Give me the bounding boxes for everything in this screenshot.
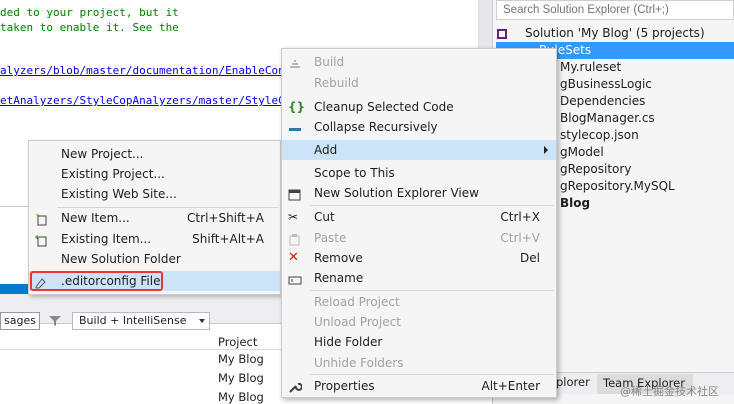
- menu-item-unload-project[interactable]: Unload Project: [282, 312, 556, 332]
- menu-separator: [310, 374, 554, 375]
- tree-item-label: stylecop.json: [560, 128, 639, 142]
- menu-item-rebuild[interactable]: Rebuild: [282, 73, 556, 93]
- table-cell: My Blog: [218, 390, 264, 404]
- solution-context-menu: Build Rebuild {} Cleanup Selected Code C…: [281, 48, 557, 398]
- menu-item-add[interactable]: Add: [282, 140, 556, 160]
- table-cell: My Blog: [218, 352, 264, 366]
- menu-item-cleanup-selected-code[interactable]: {} Cleanup Selected Code: [282, 97, 556, 117]
- paste-icon: [288, 232, 302, 246]
- menu-item-remove[interactable]: ✕ Remove Del: [282, 248, 556, 268]
- menu-item-rename[interactable]: Rename: [282, 268, 556, 288]
- column-header-project[interactable]: Project: [218, 335, 257, 349]
- menu-item-new-item[interactable]: New Item... Ctrl+Shift+A: [29, 208, 280, 228]
- messages-filter-button[interactable]: sages: [0, 312, 40, 330]
- new-view-icon: [288, 187, 302, 201]
- menu-item-scope-to-this[interactable]: Scope to This: [282, 163, 556, 183]
- tree-item-solution[interactable]: Solution 'My Blog' (5 projects): [496, 25, 734, 42]
- tree-item-label: My.ruleset: [560, 60, 622, 74]
- tab-solution-explorer[interactable]: plorer: [556, 375, 590, 389]
- submenu-arrow-icon: [544, 146, 548, 154]
- code-link[interactable]: alyzers/blob/master/documentation/Enable…: [0, 64, 318, 77]
- select-value: Build + IntelliSense: [79, 314, 187, 327]
- tree-item-label: Dependencies: [560, 94, 646, 108]
- code-line[interactable]: taken to enable it. See the: [0, 21, 179, 34]
- table-cell: My Blog: [218, 371, 264, 385]
- menu-item-existing-web-site[interactable]: Existing Web Site...: [29, 184, 280, 204]
- menu-separator: [310, 205, 554, 206]
- tree-item-label: gRepository: [560, 162, 632, 176]
- solution-icon: [496, 28, 508, 40]
- tree-item-label: BlogManager.cs: [560, 111, 655, 125]
- tree-item-label: Blog: [560, 196, 591, 210]
- menu-item-build[interactable]: Build: [282, 52, 556, 72]
- build-intellisense-select[interactable]: Build + IntelliSense: [72, 312, 210, 330]
- menu-item-unhide-folders[interactable]: Unhide Folders: [282, 353, 556, 373]
- menu-item-collapse-recursively[interactable]: Collapse Recursively: [282, 117, 556, 137]
- rename-icon: [288, 272, 302, 285]
- editorconfig-highlight-border: [30, 271, 163, 291]
- remove-icon: ✕: [288, 250, 299, 265]
- collapse-icon: [288, 121, 302, 133]
- chevron-down-icon: [199, 319, 205, 323]
- menu-item-new-project[interactable]: New Project...: [29, 144, 280, 164]
- braces-icon: {}: [288, 100, 306, 114]
- tree-item-label: Solution 'My Blog' (5 projects): [525, 26, 705, 40]
- filter-icon[interactable]: [46, 312, 64, 330]
- code-link[interactable]: etAnalyzers/StyleCopAnalyzers/master/Sty…: [0, 94, 305, 107]
- menu-item-reload-project[interactable]: Reload Project: [282, 292, 556, 312]
- code-line[interactable]: ded to your project, but it: [0, 6, 179, 19]
- existing-item-icon: [35, 233, 49, 247]
- menu-item-hide-folder[interactable]: Hide Folder: [282, 332, 556, 352]
- menu-item-new-solution-explorer-view[interactable]: New Solution Explorer View: [282, 183, 556, 203]
- wrench-icon: [288, 380, 303, 393]
- menu-item-existing-project[interactable]: Existing Project...: [29, 164, 280, 184]
- menu-item-properties[interactable]: Properties Alt+Enter: [282, 376, 556, 396]
- tree-item-label: gModel: [560, 145, 604, 159]
- menu-item-existing-item[interactable]: Existing Item... Shift+Alt+A: [29, 229, 280, 249]
- build-icon: [288, 56, 302, 68]
- menu-item-paste[interactable]: Paste Ctrl+V: [282, 228, 556, 248]
- solution-search-input[interactable]: [496, 0, 734, 20]
- menu-item-cut[interactable]: ✂ Cut Ctrl+X: [282, 207, 556, 227]
- menu-separator: [310, 290, 554, 291]
- scissors-icon: ✂: [288, 210, 299, 224]
- new-item-icon: [35, 212, 49, 226]
- menu-item-new-solution-folder[interactable]: New Solution Folder: [29, 249, 280, 269]
- tree-item-label: gBusinessLogic: [560, 77, 652, 91]
- watermark-text: @稀土掘金技术社区: [620, 385, 719, 398]
- tree-item-label: gRepository.MySQL: [560, 179, 675, 193]
